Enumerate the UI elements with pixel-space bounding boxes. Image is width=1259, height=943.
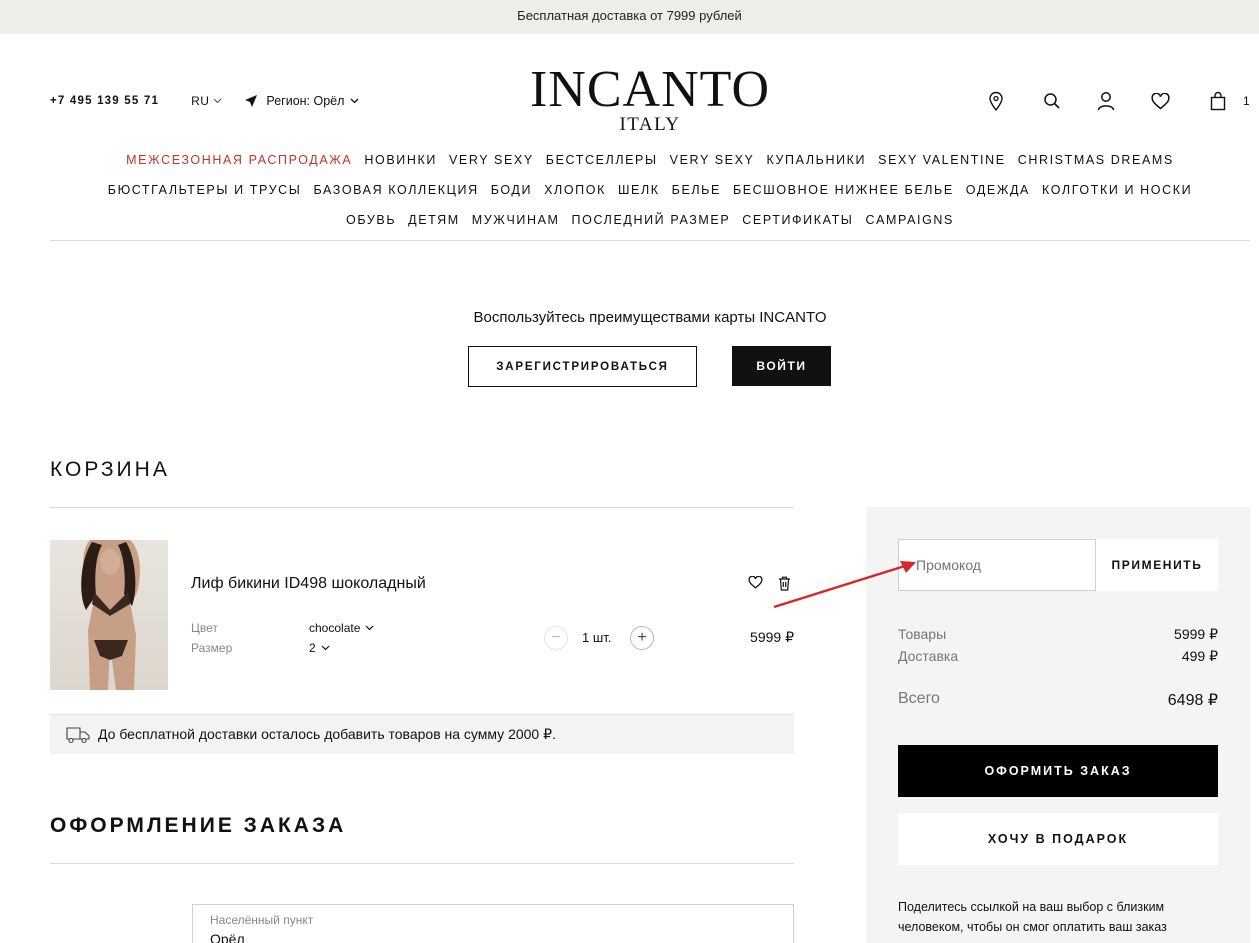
nav-item-campaigns[interactable]: CAMPAIGNS xyxy=(865,213,954,227)
nav-item-kids[interactable]: ДЕТЯМ xyxy=(408,213,460,227)
nav-row-2: БЮСТГАЛЬТЕРЫ И ТРУСЫ БАЗОВАЯ КОЛЛЕКЦИЯ БОД… xyxy=(50,180,1250,210)
free-delivery-text: Бесплатная доставка от 7999 рублей xyxy=(517,8,742,23)
logo-text: INCANTO xyxy=(529,61,771,118)
nav-item-very-sexy-2[interactable]: VERY SEXY xyxy=(670,153,755,167)
color-value: chocolate xyxy=(309,621,361,635)
nav-item-christmas-dreams[interactable]: CHRISTMAS DREAMS xyxy=(1018,153,1174,167)
size-label: Размер xyxy=(191,641,233,655)
chevron-down-icon xyxy=(350,98,359,104)
nav-item-shoes[interactable]: ОБУВЬ xyxy=(346,213,396,227)
truck-icon xyxy=(66,726,90,743)
order-summary: ПРИМЕНИТЬ Товары 5999 ₽ Доставка 499 ₽ В… xyxy=(866,507,1250,943)
cart-heading: КОРЗИНА xyxy=(50,458,170,481)
promo-code-input[interactable] xyxy=(898,539,1096,591)
annotation-arrow xyxy=(773,561,916,609)
color-selector[interactable]: chocolate xyxy=(309,621,374,635)
nav-item-last-size[interactable]: ПОСЛЕДНИЙ РАЗМЕР xyxy=(572,213,731,227)
delivery-value: 499 ₽ xyxy=(1181,648,1218,664)
cart-divider xyxy=(50,507,794,508)
plus-icon: + xyxy=(637,629,647,646)
logo-subtext: ITALY xyxy=(619,114,681,135)
nav-row-1: МЕЖСЕЗОННАЯ РАСПРОДАЖА НОВИНКИ VERY SEXY БЕ… xyxy=(50,150,1250,180)
quantity-value: 1 шт. xyxy=(582,630,612,645)
header-left: +7 495 139 55 71 RU Регион: Орёл xyxy=(50,94,359,108)
checkout-heading: ОФОРМЛЕНИЕ ЗАКАЗА xyxy=(50,814,347,837)
nav-divider xyxy=(50,240,1250,241)
register-button[interactable]: ЗАРЕГИСТРИРОВАТЬСЯ xyxy=(468,346,697,387)
nav-item-silk[interactable]: ШЕЛК xyxy=(618,183,660,197)
apply-promo-button[interactable]: ПРИМЕНИТЬ xyxy=(1096,539,1218,591)
user-icon[interactable] xyxy=(1095,90,1117,112)
location-arrow-icon xyxy=(245,95,258,107)
chevron-down-icon xyxy=(365,625,374,631)
nav-item-seamless[interactable]: БЕСШОВНОЕ НИЖНЕЕ БЕЛЬЕ xyxy=(733,183,954,197)
heart-icon[interactable] xyxy=(748,575,763,594)
nav-item-very-sexy[interactable]: VERY SEXY xyxy=(449,153,534,167)
nav-item-clothing[interactable]: ОДЕЖДА xyxy=(966,183,1030,197)
total-row: Всего 6498 ₽ xyxy=(898,690,1218,710)
checkout-divider xyxy=(50,863,794,864)
goods-value: 5999 ₽ xyxy=(1174,626,1218,642)
login-button[interactable]: ВОЙТИ xyxy=(732,346,831,386)
nav-item-swimwear[interactable]: КУПАЛЬНИКИ xyxy=(766,153,866,167)
nav-item-sale[interactable]: МЕЖСЕЗОННАЯ РАСПРОДАЖА xyxy=(126,153,352,167)
goods-label: Товары xyxy=(898,626,947,642)
heart-icon[interactable] xyxy=(1149,90,1171,112)
minus-icon: − xyxy=(551,629,561,646)
delivery-row: Доставка 499 ₽ xyxy=(898,648,1218,665)
total-value: 6498 ₽ xyxy=(1167,692,1218,709)
product-name[interactable]: Лиф бикини ID498 шоколадный xyxy=(191,575,426,593)
nav-item-bodies[interactable]: БОДИ xyxy=(491,183,532,197)
nav-item-lingerie[interactable]: БЕЛЬЕ xyxy=(672,183,721,197)
item-price: 5999 ₽ xyxy=(750,629,794,645)
nav-item-bestsellers[interactable]: БЕСТСЕЛЛЕРЫ xyxy=(546,153,658,167)
nav-item-hosiery[interactable]: КОЛГОТКИ И НОСКИ xyxy=(1042,183,1192,197)
nav-item-basic-collection[interactable]: БАЗОВАЯ КОЛЛЕКЦИЯ xyxy=(313,183,478,197)
language-label: RU xyxy=(191,94,210,108)
chevron-down-icon xyxy=(214,98,222,104)
goods-row: Товары 5999 ₽ xyxy=(898,626,1218,643)
logo[interactable]: INCANTO ITALY xyxy=(500,61,800,135)
place-order-button[interactable]: ОФОРМИТЬ ЗАКАЗ xyxy=(898,745,1218,797)
map-pin-icon[interactable] xyxy=(985,90,1007,112)
city-label: Населённый пункт xyxy=(210,913,314,927)
product-image[interactable] xyxy=(50,540,168,690)
chevron-down-icon xyxy=(321,645,330,651)
city-field[interactable]: Населённый пункт Орёл xyxy=(192,904,794,943)
nav-item-sexy-valentine[interactable]: SEXY VALENTINE xyxy=(878,153,1006,167)
nav-item-certificates[interactable]: СЕРТИФИКАТЫ xyxy=(742,213,853,227)
quantity-increase-button[interactable]: + xyxy=(630,626,654,650)
loyalty-title: Воспользуйтесь преимуществами карты INCA… xyxy=(473,309,827,326)
nav-item-new[interactable]: НОВИНКИ xyxy=(364,153,437,167)
nav-item-men[interactable]: МУЖЧИНАМ xyxy=(472,213,560,227)
region-label: Регион: Орёл xyxy=(266,94,345,108)
region-selector[interactable]: Регион: Орёл xyxy=(244,94,359,108)
share-text: Поделитесь ссылкой на ваш выбор с близки… xyxy=(898,900,1167,934)
free-delivery-banner: Бесплатная доставка от 7999 рублей xyxy=(0,0,1259,34)
nav-row-3: ОБУВЬ ДЕТЯМ МУЖЧИНАМ ПОСЛЕДНИЙ РАЗМЕР СЕРТИФ… xyxy=(50,210,1250,240)
main-navigation: МЕЖСЕЗОННАЯ РАСПРОДАЖА НОВИНКИ VERY SEXY БЕ… xyxy=(50,150,1250,240)
free-shipping-notice: До бесплатной доставки осталось добавить… xyxy=(50,714,794,754)
language-selector[interactable]: RU xyxy=(191,94,222,108)
header-icons: 1 xyxy=(985,90,1250,112)
nav-item-bras-briefs[interactable]: БЮСТГАЛЬТЕРЫ И ТРУСЫ xyxy=(108,183,302,197)
gift-request-button[interactable]: ХОЧУ В ПОДАРОК xyxy=(898,813,1218,865)
size-selector[interactable]: 2 xyxy=(309,641,330,655)
size-value: 2 xyxy=(309,641,316,655)
quantity-decrease-button[interactable]: − xyxy=(544,626,568,650)
color-label: Цвет xyxy=(191,621,218,635)
bag-icon[interactable] xyxy=(1207,90,1229,112)
search-icon[interactable] xyxy=(1041,90,1063,112)
free-shipping-text: До бесплатной доставки осталось добавить… xyxy=(98,726,556,742)
phone-link[interactable]: +7 495 139 55 71 xyxy=(50,95,159,107)
delivery-label: Доставка xyxy=(898,648,959,664)
total-label: Всего xyxy=(898,690,940,707)
cart-count-badge[interactable]: 1 xyxy=(1243,94,1250,108)
nav-item-cotton[interactable]: ХЛОПОК xyxy=(544,183,606,197)
city-value: Орёл xyxy=(210,931,245,943)
